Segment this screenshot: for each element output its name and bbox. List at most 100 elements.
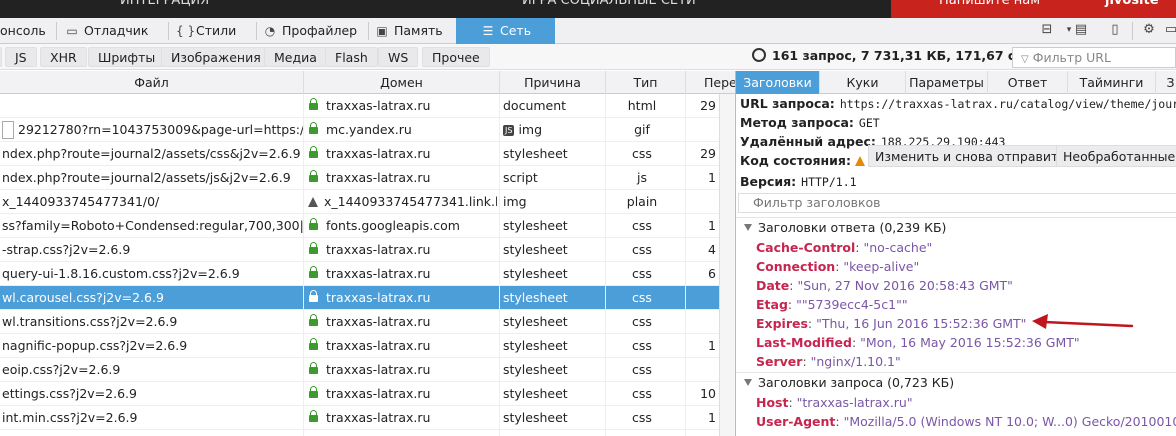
table-row[interactable]: nagnific-popup.css?j2v=2.6.9 traxxas-latr…: [0, 334, 719, 358]
filter-all-button[interactable]: [0, 47, 2, 67]
lock-icon: [309, 218, 318, 230]
file-cell: wl.transitions.css?j2v=2.6.9: [0, 310, 303, 334]
filter-media-button[interactable]: Медиа: [264, 47, 327, 67]
tab-cookies[interactable]: Куки: [820, 71, 906, 94]
table-row[interactable]: int.min.css?j2v=2.6.9 traxxas-latrax.ru st…: [0, 406, 719, 430]
domain-cell: traxxas-latrax.ru: [307, 334, 497, 358]
responsive-icon[interactable]: ▯: [1106, 22, 1124, 38]
file-cell: [0, 94, 303, 118]
column-file[interactable]: Файл: [0, 71, 303, 94]
transferred-cell: 1: [708, 170, 716, 185]
cause-cell: stylesheet: [503, 334, 603, 358]
header-entry[interactable]: Last-Modified: "Mon, 16 May 2016 15:52:3…: [756, 333, 1080, 352]
column-type[interactable]: Тип: [605, 71, 685, 94]
header-entry[interactable]: Date: "Sun, 27 Nov 2016 20:58:43 GMT": [756, 276, 1013, 295]
header-value: "Mon, 16 May 2016 15:52:36 GMT": [860, 335, 1080, 350]
tab-debugger[interactable]: ▭ Отладчик: [64, 18, 164, 44]
table-row[interactable]: wl.carousel.css?j2v=2.6.9 traxxas-latrax.…: [0, 286, 719, 310]
transferred-cell: 1: [708, 218, 716, 233]
column-transferred[interactable]: Пере: [685, 71, 735, 94]
edit-and-resend-button[interactable]: Изменить и снова отправить: [868, 145, 1073, 167]
transferred-cell: 1: [708, 338, 716, 353]
cause-cell: stylesheet: [503, 358, 603, 382]
column-cause[interactable]: Причина: [499, 71, 605, 94]
tab-console[interactable]: онсоль: [0, 18, 52, 44]
split-console-icon[interactable]: ▤: [1072, 22, 1090, 38]
tab-styles[interactable]: { }Стили: [176, 18, 256, 44]
filter-fonts-button[interactable]: Шрифты: [88, 47, 166, 67]
raw-headers-button[interactable]: Необработанные за: [1056, 145, 1176, 167]
cause-cell: stylesheet: [503, 310, 603, 334]
header-key: Server: [756, 354, 803, 369]
url-filter-input[interactable]: ▽ Фильтр URL: [1012, 47, 1176, 68]
header-key: User-Agent: [756, 414, 836, 429]
tab-headers[interactable]: Заголовки: [736, 71, 820, 94]
method-value: GET: [858, 116, 880, 130]
table-row[interactable]: ndex.php?route=journal2/assets/js&j2v=2.…: [0, 166, 719, 190]
header-value: "nginx/1.10.1": [810, 354, 901, 369]
cause-cell: document: [503, 94, 603, 118]
domain-name: traxxas-latrax.ru: [326, 410, 431, 425]
header-entry[interactable]: Expires: "Thu, 16 Jun 2016 15:52:36 GMT": [756, 314, 1026, 333]
table-row[interactable]: wl.transitions.css?j2v=2.6.9 traxxas-latr…: [0, 310, 719, 334]
tab-network[interactable]: ☰ Сеть: [456, 18, 555, 44]
tab-memory[interactable]: ▣ Память: [374, 18, 454, 44]
transferred-cell: [688, 286, 718, 310]
domain-cell: traxxas-latrax.ru: [307, 382, 497, 406]
cause-text: stylesheet: [503, 314, 568, 329]
table-row[interactable]: query-ui-1.8.16.custom.css?j2v=2.6.9 trax…: [0, 262, 719, 286]
table-row[interactable]: 29212780?rn=1043753009&page-url=https://…: [0, 118, 719, 142]
table-row[interactable]: eoip.css?j2v=2.6.9 traxxas-latrax.ru style…: [0, 358, 719, 382]
transferred-cell: [688, 310, 718, 334]
header-entry[interactable]: Etag: ""5739ecc4-5c1"": [756, 295, 908, 314]
dock-icon[interactable]: ▭: [1162, 22, 1176, 38]
header-entry[interactable]: Connection: "keep-alive": [756, 257, 919, 276]
header-entry[interactable]: Server: "nginx/1.10.1": [756, 352, 901, 371]
request-headers-title: Заголовки запроса (0,723 КБ): [758, 375, 955, 390]
filter-xhr-button[interactable]: XHR: [40, 47, 87, 67]
cause-text: document: [503, 98, 567, 113]
file-cell: wl.carousel.css?j2v=2.6.9: [0, 286, 303, 310]
type-cell: css: [632, 290, 652, 305]
tab-params[interactable]: Параметры: [906, 71, 988, 94]
table-row[interactable]: ndex.php?route=journal2/assets/css&j2v=2…: [0, 142, 719, 166]
header-filter-input[interactable]: Фильтр заголовков: [738, 193, 1176, 213]
filter-js-button[interactable]: JS: [5, 47, 37, 67]
remote-address-label: Удалённый адрес:: [740, 134, 876, 149]
twisty-icon: [744, 224, 752, 231]
cause-cell: stylesheet: [503, 382, 603, 406]
header-entry[interactable]: User-Agent: "Mozilla/5.0 (Windows NT 10.…: [756, 412, 1176, 431]
table-row[interactable]: x_1440933745477341/0/x_1440933745477341.…: [0, 190, 719, 214]
tab-response[interactable]: Ответ: [988, 71, 1068, 94]
tab-security[interactable]: З: [1156, 71, 1176, 94]
filter-images-button[interactable]: Изображения: [161, 47, 271, 67]
header-key: Expires: [756, 316, 808, 331]
table-row[interactable]: ettings.css?j2v=2.6.9 traxxas-latrax.ru st…: [0, 382, 719, 406]
domain-name: traxxas-latrax.ru: [326, 362, 431, 377]
tab-timings[interactable]: Тайминги: [1068, 71, 1156, 94]
status-row: Код состояния:: [740, 153, 865, 168]
filter-ws-button[interactable]: WS: [378, 47, 419, 67]
table-row[interactable]: -strap.css?j2v=2.6.9 traxxas-latrax.ru sty…: [0, 238, 719, 262]
file-name: x_1440933745477341/0/: [2, 194, 160, 209]
url-filter-placeholder: Фильтр URL: [1032, 50, 1111, 65]
header-value: "traxxas-latrax.ru": [796, 395, 913, 410]
column-domain[interactable]: Домен: [303, 71, 499, 94]
tab-profiler[interactable]: ◔ Профайлер: [262, 18, 368, 44]
warning-icon: [308, 197, 318, 207]
header-entry[interactable]: Host: "traxxas-latrax.ru": [756, 393, 913, 412]
stopwatch-icon: [752, 48, 766, 62]
contact-banner[interactable]: Напишите нам jivosite: [891, 0, 1176, 18]
table-row[interactable]: ss?family=Roboto+Condensed:regular,700,3…: [0, 214, 719, 238]
filter-flash-button[interactable]: Flash: [325, 47, 378, 67]
request-headers-section[interactable]: Заголовки запроса (0,723 КБ): [736, 372, 1176, 392]
response-headers-section[interactable]: Заголовки ответа (0,239 КБ): [736, 217, 1176, 237]
request-summary: 161 запрос, 7 731,31 КБ, 171,67 с: [752, 48, 1015, 63]
table-row[interactable]: traxxas-latrax.ru document html 29: [0, 94, 719, 118]
filter-other-button[interactable]: Прочее: [422, 47, 490, 67]
settings-icon[interactable]: ⚙: [1140, 22, 1158, 38]
header-entry[interactable]: Cache-Control: "no-cache": [756, 238, 932, 257]
layout-icon[interactable]: ⊟: [1038, 22, 1056, 38]
request-list-scrollbar[interactable]: [719, 94, 735, 436]
domain-cell: traxxas-latrax.ru: [307, 286, 497, 310]
